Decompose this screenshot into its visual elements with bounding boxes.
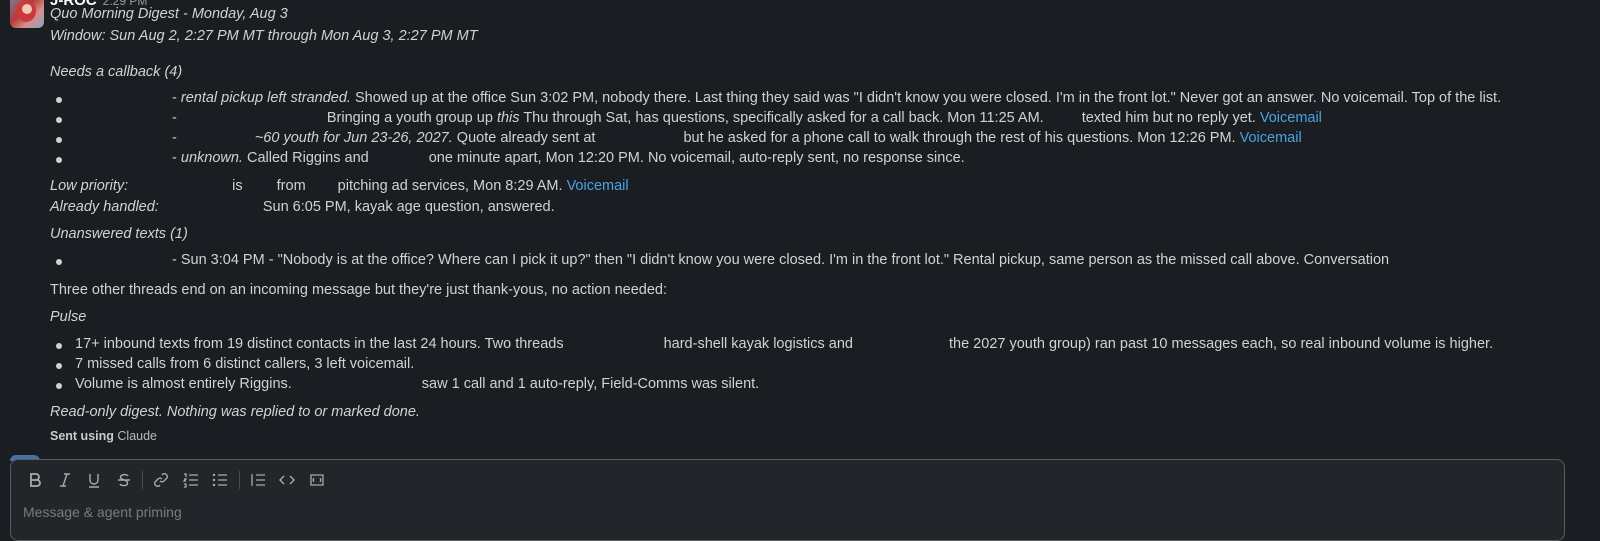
blockquote-icon[interactable] xyxy=(246,468,270,492)
underline-icon[interactable] xyxy=(82,468,106,492)
digest-title: Quo Morning Digest - Monday, Aug 3 xyxy=(50,6,288,22)
list-item: - ~60 youth for Jun 23-26, 2027. Quote al… xyxy=(172,130,1302,146)
bullet xyxy=(56,157,62,163)
list-item: - rental pickup left stranded. Showed up… xyxy=(172,90,1502,106)
digest-window: Window: Sun Aug 2, 2:27 PM MT through Mo… xyxy=(50,28,478,44)
message-composer[interactable]: Message & agent priming xyxy=(10,459,1565,541)
voicemail-link[interactable]: Voicemail xyxy=(567,178,629,194)
callback-heading: Needs a callback (4) xyxy=(50,64,183,80)
ordered-list-icon[interactable] xyxy=(179,468,203,492)
toolbar-divider xyxy=(238,471,240,489)
bulleted-list-icon[interactable] xyxy=(208,468,232,492)
avatar[interactable] xyxy=(10,0,44,28)
voicemail-link[interactable]: Voicemail xyxy=(1240,130,1302,146)
texts-heading: Unanswered texts (1) xyxy=(50,226,188,242)
message: J-ROC 2:29 PM Quo Morning Digest - Monday… xyxy=(0,0,1600,460)
list-item: - unknown. Called Riggins and one minute … xyxy=(172,150,965,166)
message-content: J-ROC 2:29 PM Quo Morning Digest - Monday… xyxy=(50,0,1590,443)
strikethrough-icon[interactable] xyxy=(112,468,136,492)
bullet xyxy=(56,97,62,103)
other-threads-note: Three other threads end on an incoming m… xyxy=(50,282,667,298)
list-item: Volume is almost entirely Riggins. saw 1 … xyxy=(75,376,760,392)
code-block-icon[interactable] xyxy=(305,468,329,492)
pulse-heading: Pulse xyxy=(50,309,87,325)
low-priority-line: Low priority: is from pitching ad services,… xyxy=(50,178,629,194)
bullet xyxy=(56,137,62,143)
bold-icon[interactable] xyxy=(23,468,47,492)
bullet xyxy=(56,259,62,265)
list-item: 17+ inbound texts from 19 distinct conta… xyxy=(75,336,1494,352)
code-icon[interactable] xyxy=(275,468,299,492)
link-icon[interactable] xyxy=(149,468,173,492)
bullet xyxy=(56,383,62,389)
list-item: - Sun 3:04 PM - "Nobody is at the office… xyxy=(172,252,1390,268)
bullet xyxy=(56,343,62,349)
footer-note: Read-only digest. Nothing was replied to… xyxy=(50,404,420,420)
list-item: 7 missed calls from 6 distinct callers, … xyxy=(75,356,415,372)
bullet xyxy=(56,363,62,369)
list-item: - Bringing a youth group up this Thu thro… xyxy=(172,110,1322,126)
already-handled-line: Already handled: Sun 6:05 PM, kayak age q… xyxy=(50,199,555,215)
formatting-toolbar xyxy=(23,468,334,492)
sent-using-app[interactable]: Claude xyxy=(117,429,157,443)
message-input[interactable]: Message & agent priming xyxy=(23,504,182,520)
italic-icon[interactable] xyxy=(53,468,77,492)
voicemail-link[interactable]: Voicemail xyxy=(1260,110,1322,126)
sent-using: Sent using Claude xyxy=(50,429,158,443)
bullet xyxy=(56,117,62,123)
toolbar-divider xyxy=(142,471,143,489)
